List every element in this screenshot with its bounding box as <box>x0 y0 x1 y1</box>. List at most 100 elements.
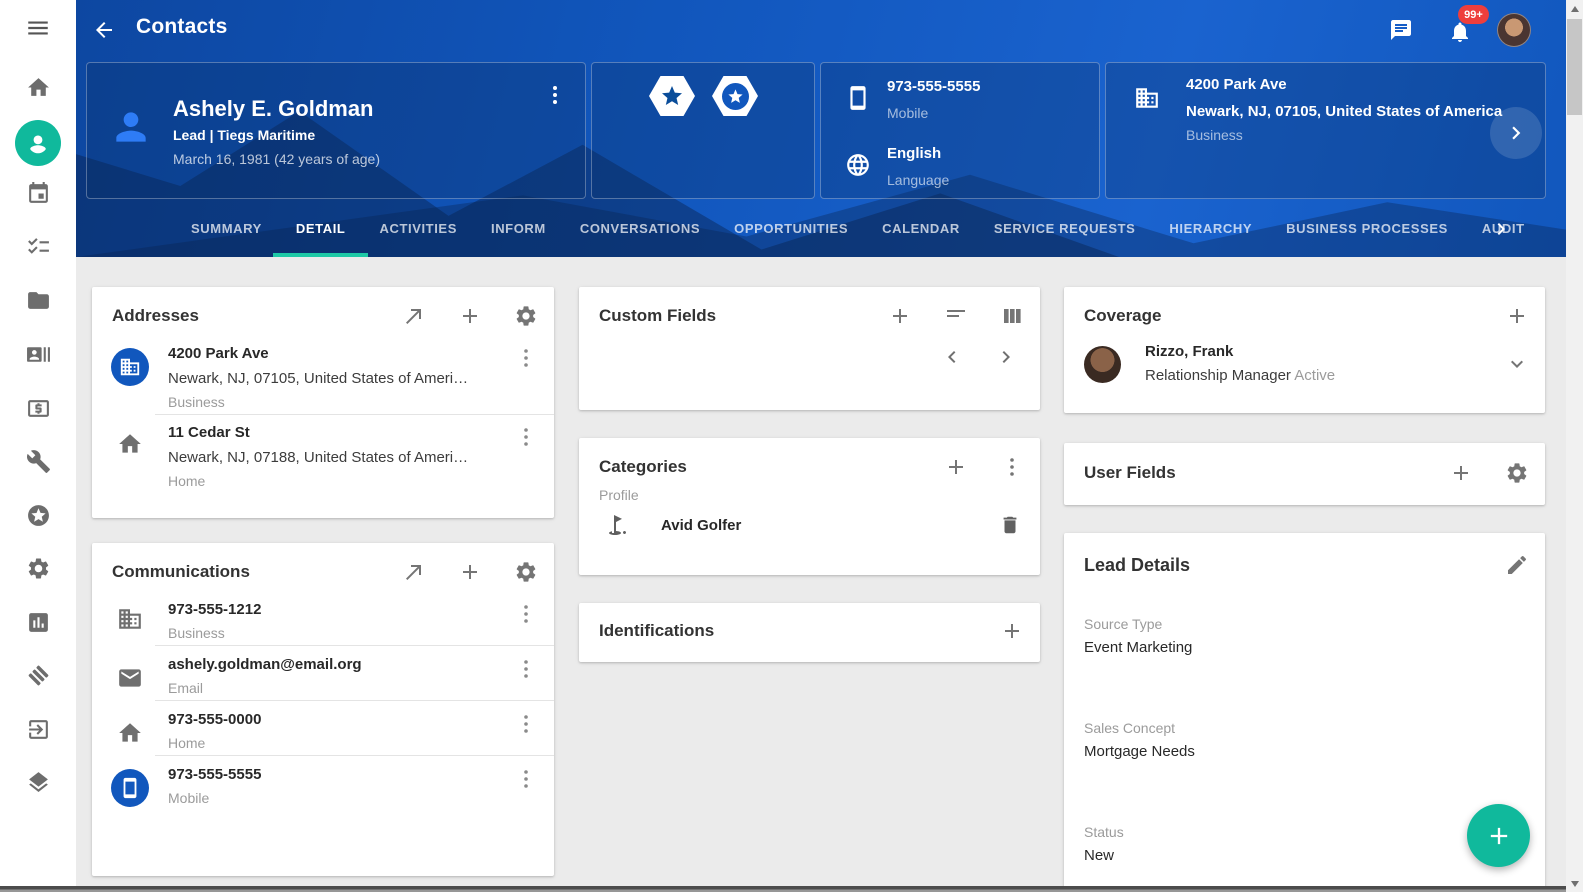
sidebar-item-analytics[interactable] <box>0 603 76 647</box>
user-fields-settings-gear-icon[interactable] <box>1505 461 1529 485</box>
chat-button[interactable] <box>1389 18 1413 42</box>
sidebar-item-tools[interactable] <box>0 442 76 486</box>
tab-detail[interactable]: DETAIL <box>279 200 363 257</box>
communications-card: Communications 973-555-1212 Business <box>92 543 554 876</box>
sidebar-item-tasks[interactable] <box>0 227 76 271</box>
hero-address-line1: 4200 Park Ave <box>1186 76 1287 93</box>
sidebar-item-documents[interactable] <box>0 281 76 325</box>
open-in-new-icon[interactable] <box>402 560 426 584</box>
sidebar-item-home[interactable] <box>0 68 76 112</box>
add-coverage-button[interactable] <box>1505 304 1529 328</box>
hero-badges-card <box>591 62 815 199</box>
hero-address-card: 4200 Park Ave Newark, NJ, 07105, United … <box>1105 62 1546 199</box>
tab-calendar[interactable]: CALENDAR <box>865 200 977 257</box>
add-identification-button[interactable] <box>1000 619 1024 643</box>
add-address-button[interactable] <box>458 304 482 328</box>
hero-contact-card: 973-555-5555 Mobile English Language <box>820 62 1100 199</box>
hero-more-menu[interactable] <box>543 83 567 107</box>
hero-language-value: English <box>887 145 941 162</box>
communications-settings-gear-icon[interactable] <box>514 560 538 584</box>
address-row-home[interactable]: 11 Cedar St Newark, NJ, 07188, United St… <box>92 415 554 493</box>
tabs-overflow-chevron[interactable] <box>1489 217 1513 241</box>
sidebar-item-settings[interactable] <box>0 549 76 593</box>
hero-address-line2: Newark, NJ, 07105, United States of Amer… <box>1186 103 1502 120</box>
sidebar-item-contact-list[interactable] <box>0 335 76 379</box>
coverage-expand-chevron[interactable] <box>1505 352 1529 376</box>
sidebar-item-exit[interactable] <box>0 710 76 754</box>
add-custom-field-button[interactable] <box>888 304 912 328</box>
communication-row-mobile[interactable]: 973-555-5555 Mobile <box>92 756 554 810</box>
hero-phone-value: 973-555-5555 <box>887 78 980 95</box>
address-row-menu[interactable] <box>514 425 538 449</box>
view-columns-icon[interactable] <box>1000 304 1024 328</box>
coverage-row[interactable]: Rizzo, Frank Relationship Manager Active <box>1064 336 1545 388</box>
page-previous-chevron[interactable] <box>940 345 964 374</box>
tab-conversations[interactable]: CONVERSATIONS <box>563 200 717 257</box>
tab-opportunities[interactable]: OPPORTUNITIES <box>717 200 865 257</box>
categories-title: Categories <box>599 457 944 477</box>
add-communication-button[interactable] <box>458 560 482 584</box>
contact-header: Contacts 99+ Ashely E. Goldman Lead | Ti… <box>76 0 1566 257</box>
scrollbar-thumb[interactable] <box>1567 19 1582 115</box>
exit-to-app-icon <box>26 717 51 747</box>
checklist-icon <box>26 234 51 264</box>
add-user-field-button[interactable] <box>1449 461 1473 485</box>
contact-type-company: Lead | Tiegs Maritime <box>173 127 315 143</box>
address-secondary: Newark, NJ, 07188, United States of Amer… <box>168 445 498 470</box>
sidebar-item-layers[interactable] <box>0 763 76 807</box>
tab-summary[interactable]: SUMMARY <box>174 200 279 257</box>
communication-row-email[interactable]: ashely.goldman@email.org Email <box>92 646 554 700</box>
contact-birthdate: March 16, 1981 (42 years of age) <box>173 151 380 167</box>
back-button[interactable] <box>92 18 116 42</box>
address-row-menu[interactable] <box>514 346 538 370</box>
scroll-down-arrow[interactable] <box>1566 875 1583 892</box>
coverage-person-name: Rizzo, Frank <box>1145 340 1505 364</box>
communication-row-home[interactable]: 973-555-0000 Home <box>92 701 554 755</box>
home-phone-icon <box>117 720 143 755</box>
sidebar-item-contacts-active[interactable] <box>0 118 76 168</box>
communication-row-menu[interactable] <box>514 712 538 736</box>
add-category-button[interactable] <box>944 455 968 479</box>
sidebar-item-billing[interactable] <box>0 389 76 433</box>
category-row[interactable]: Avid Golfer <box>579 513 1040 537</box>
hero-next-section-button[interactable] <box>1490 107 1542 159</box>
coverage-title: Coverage <box>1084 306 1505 326</box>
field-value: Mortgage Needs <box>1084 739 1545 765</box>
sidebar-item-deals[interactable] <box>0 656 76 700</box>
tab-activities[interactable]: ACTIVITIES <box>362 200 474 257</box>
menu-button[interactable] <box>0 8 76 52</box>
communication-row-menu[interactable] <box>514 657 538 681</box>
tab-business-processes[interactable]: BUSINESS PROCESSES <box>1269 200 1465 257</box>
add-fab-button[interactable] <box>1467 804 1530 867</box>
left-nav-rail <box>0 0 76 892</box>
open-in-new-icon[interactable] <box>402 304 426 328</box>
categories-more-menu[interactable] <box>1000 455 1024 479</box>
folder-icon <box>26 288 51 318</box>
contact-name: Ashely E. Goldman <box>173 96 374 122</box>
category-name: Avid Golfer <box>661 517 980 534</box>
edit-pencil-icon[interactable] <box>1505 553 1529 577</box>
bell-icon <box>1448 31 1472 48</box>
tab-hierarchy[interactable]: HIERARCHY <box>1152 200 1269 257</box>
page-next-chevron[interactable] <box>994 345 1018 374</box>
delete-category-button[interactable] <box>980 514 1040 536</box>
wrench-icon <box>26 449 51 479</box>
communication-row-menu[interactable] <box>514 767 538 791</box>
tab-service-requests[interactable]: SERVICE REQUESTS <box>977 200 1153 257</box>
sidebar-item-loyalty[interactable] <box>0 496 76 540</box>
sort-icon[interactable] <box>944 304 968 328</box>
business-building-icon <box>111 348 149 386</box>
star-circle-badge-icon <box>712 76 758 116</box>
communication-value: ashely.goldman@email.org <box>168 653 498 677</box>
coverage-role-text: Relationship Manager <box>1145 367 1291 384</box>
addresses-settings-gear-icon[interactable] <box>514 304 538 328</box>
sidebar-item-calendar[interactable] <box>0 174 76 218</box>
communication-row-business[interactable]: 973-555-1212 Business <box>92 596 554 645</box>
user-avatar[interactable] <box>1497 13 1531 47</box>
vertical-scrollbar[interactable] <box>1566 0 1583 892</box>
communication-type-label: Business <box>168 622 498 645</box>
communication-row-menu[interactable] <box>514 602 538 626</box>
tab-inform[interactable]: INFORM <box>474 200 563 257</box>
address-row-business[interactable]: 4200 Park Ave Newark, NJ, 07105, United … <box>92 340 554 414</box>
scroll-up-arrow[interactable] <box>1566 0 1583 17</box>
